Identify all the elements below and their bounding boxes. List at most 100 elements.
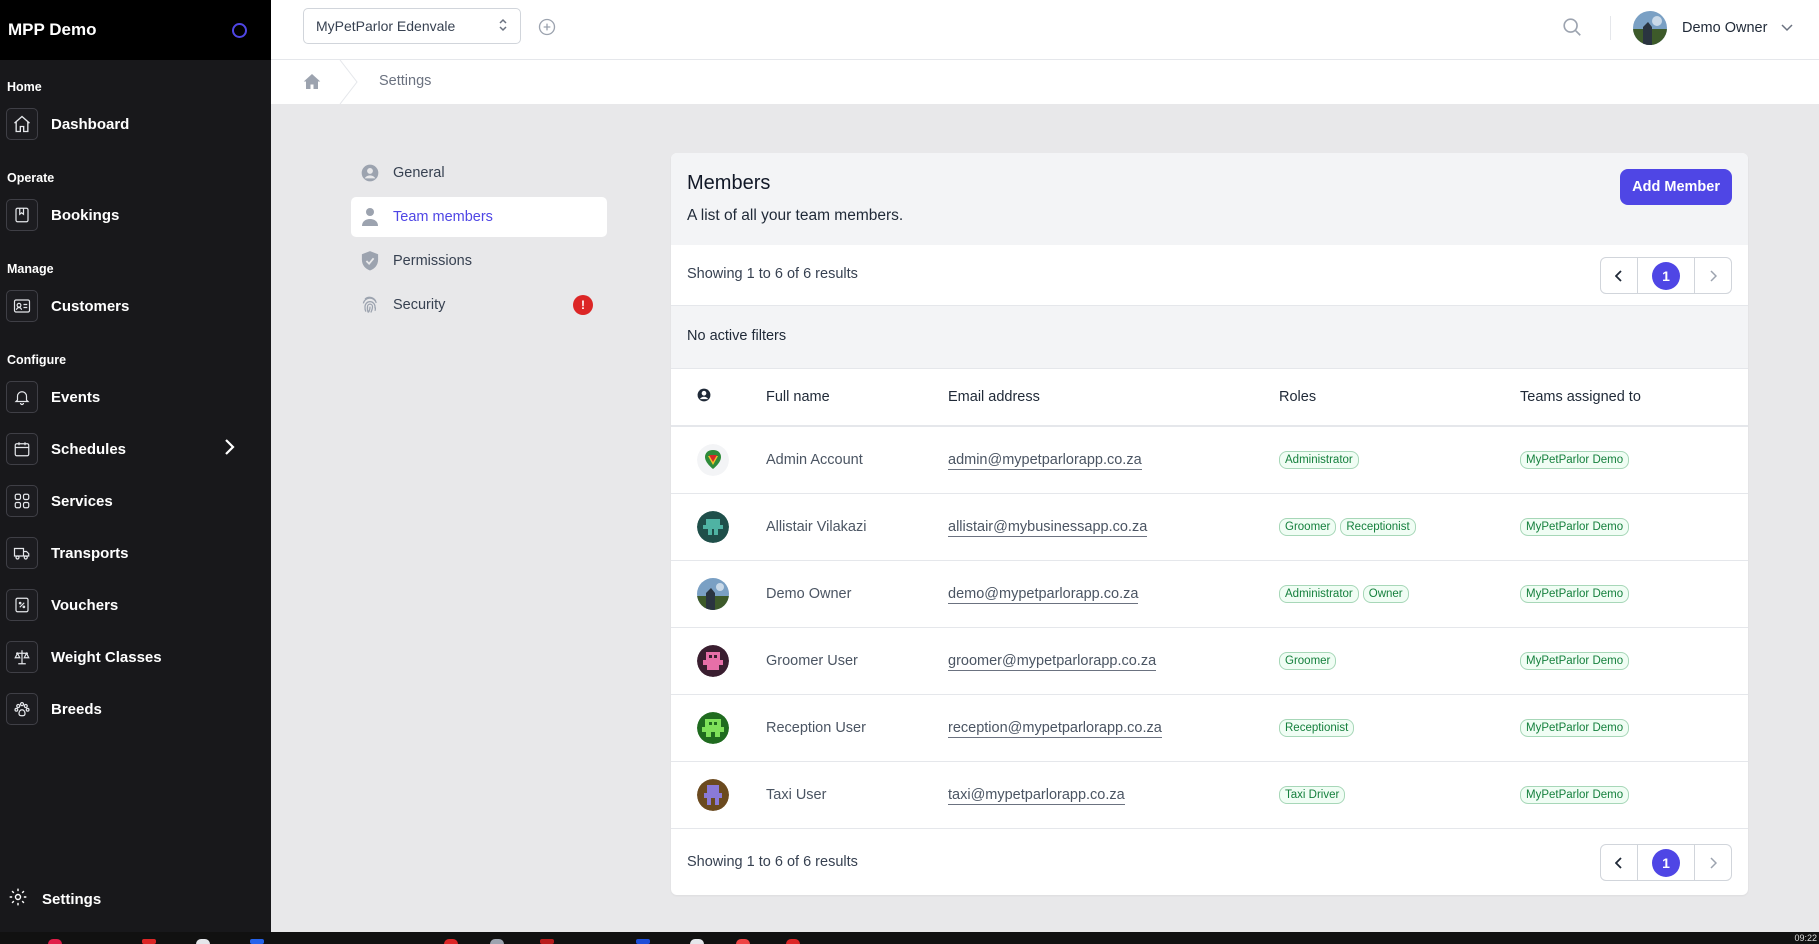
settings-nav-general[interactable]: General (351, 153, 607, 193)
table-row[interactable]: Admin Account admin@mypetparlorapp.co.za… (671, 426, 1748, 493)
taskbar-app-icon[interactable] (736, 939, 750, 944)
taskbar-app-icon[interactable] (444, 939, 458, 944)
sidebar-item-dashboard[interactable]: Dashboard (0, 104, 271, 144)
sidebar-item-services[interactable]: Services (0, 481, 271, 521)
role-badge: Receptionist (1279, 718, 1355, 737)
members-card-header: Members A list of all your team members.… (671, 153, 1748, 245)
taskbar-app-icon[interactable] (196, 939, 210, 944)
security-alert-badge: ! (573, 295, 593, 315)
members-table: Full name Email address Roles Teams assi… (671, 369, 1748, 829)
member-email-link[interactable]: allistair@mybusinessapp.co.za (948, 518, 1148, 537)
team-badge: MyPetParlor Demo (1520, 584, 1630, 603)
team-badge: MyPetParlor Demo (1520, 450, 1630, 469)
sidebar-header: MPP Demo (0, 0, 271, 60)
sidebar-item-label: Customers (51, 297, 130, 315)
sidebar-item-events[interactable]: Events (0, 377, 271, 417)
taskbar-app-icon[interactable] (786, 939, 800, 944)
os-taskbar: 09:22 (0, 932, 1819, 944)
member-email-link[interactable]: taxi@mypetparlorapp.co.za (948, 786, 1125, 805)
next-page-button[interactable] (1695, 845, 1731, 880)
selector-arrows-icon (498, 17, 508, 36)
sidebar-item-transports[interactable]: Transports (0, 533, 271, 573)
contact-card-icon (6, 290, 38, 322)
avatar-cell (671, 694, 766, 761)
pager: 1 (1600, 257, 1732, 294)
app-title: MPP Demo (8, 20, 97, 39)
sidebar-item-label: Breeds (51, 700, 102, 718)
prev-page-button[interactable] (1601, 845, 1637, 880)
sidebar-item-vouchers[interactable]: Vouchers (0, 585, 271, 625)
sidebar-item-breeds[interactable]: Breeds (0, 689, 271, 729)
taskbar-app-icon[interactable] (48, 939, 62, 944)
location-select-value: MyPetParlor Edenvale (316, 18, 456, 34)
user-circle-icon (359, 163, 381, 183)
email-cell: groomer@mypetparlorapp.co.za (948, 627, 1279, 694)
settings-nav: General Team members Permissions Securit… (351, 153, 607, 329)
column-header-roles[interactable]: Roles (1279, 369, 1520, 426)
members-title: Members (687, 172, 771, 194)
table-header-row: Full name Email address Roles Teams assi… (671, 369, 1748, 426)
sidebar-item-settings[interactable]: Settings (8, 887, 101, 912)
search-icon[interactable] (1561, 16, 1583, 43)
user-icon (359, 207, 381, 227)
member-name: Taxi User (766, 786, 827, 803)
table-row[interactable]: Reception User reception@mypetparlorapp.… (671, 694, 1748, 761)
members-card: Members A list of all your team members.… (671, 153, 1748, 895)
member-name: Reception User (766, 719, 866, 736)
sidebar-item-label: Transports (51, 544, 129, 562)
add-member-button[interactable]: Add Member (1620, 169, 1732, 205)
member-email-link[interactable]: reception@mypetparlorapp.co.za (948, 719, 1162, 738)
column-header-full-name[interactable]: Full name (766, 369, 948, 426)
settings-nav-team-members[interactable]: Team members (351, 197, 607, 237)
team-badge: MyPetParlor Demo (1520, 718, 1630, 737)
taskbar-app-icon[interactable] (540, 939, 554, 944)
add-location-icon[interactable] (537, 17, 557, 42)
sidebar-item-bookings[interactable]: Bookings (0, 195, 271, 235)
teams-cell: MyPetParlor Demo (1520, 694, 1748, 761)
breadcrumb-settings[interactable]: Settings (379, 73, 431, 89)
next-page-button[interactable] (1695, 258, 1731, 293)
taskbar-app-icon[interactable] (142, 939, 156, 944)
user-menu[interactable]: Demo Owner (1633, 11, 1793, 45)
column-header-email[interactable]: Email address (948, 369, 1279, 426)
table-row[interactable]: Allistair Vilakazi allistair@mybusinessa… (671, 493, 1748, 560)
avatar (697, 443, 729, 476)
sidebar-item-weight-classes[interactable]: Weight Classes (0, 637, 271, 677)
page-number-button[interactable]: 1 (1652, 261, 1680, 290)
taskbar-app-icon[interactable] (490, 939, 504, 944)
member-email-link[interactable]: groomer@mypetparlorapp.co.za (948, 652, 1157, 671)
taskbar-app-icon[interactable] (250, 939, 264, 944)
sidebar-item-customers[interactable]: Customers (0, 286, 271, 326)
member-email-link[interactable]: admin@mypetparlorapp.co.za (948, 451, 1142, 470)
page-number-button[interactable]: 1 (1652, 848, 1680, 877)
section-operate: Operate (7, 171, 55, 185)
member-email-link[interactable]: demo@mypetparlorapp.co.za (948, 585, 1139, 604)
chevron-right-icon[interactable] (223, 438, 235, 461)
location-select[interactable]: MyPetParlor Edenvale (303, 8, 521, 44)
table-row[interactable]: Taxi User taxi@mypetparlorapp.co.za Taxi… (671, 761, 1748, 828)
taskbar-app-icon[interactable] (636, 939, 650, 944)
filters-bar: No active filters (671, 306, 1748, 369)
role-badge: Owner (1362, 584, 1409, 603)
email-cell: allistair@mybusinessapp.co.za (948, 493, 1279, 560)
sidebar-item-schedules[interactable]: Schedules (0, 429, 271, 469)
avatar-cell (671, 627, 766, 694)
member-name: Demo Owner (766, 585, 852, 602)
sidebar-item-label: Bookings (51, 206, 120, 224)
taskbar-clock: 09:22 (1794, 933, 1817, 943)
email-cell: reception@mypetparlorapp.co.za (948, 694, 1279, 761)
home-icon[interactable] (303, 73, 321, 95)
role-badge: Groomer (1279, 517, 1337, 536)
settings-nav-permissions[interactable]: Permissions (351, 241, 607, 281)
teams-cell: MyPetParlor Demo (1520, 426, 1748, 493)
settings-nav-security[interactable]: Security ! (351, 285, 607, 325)
prev-page-button[interactable] (1601, 258, 1637, 293)
table-row[interactable]: Demo Owner demo@mypetparlorapp.co.za Adm… (671, 560, 1748, 627)
results-count: Showing 1 to 6 of 6 results (687, 266, 858, 282)
teams-cell: MyPetParlor Demo (1520, 761, 1748, 828)
roles-cell: Administrator (1279, 426, 1520, 493)
column-header-teams[interactable]: Teams assigned to (1520, 369, 1748, 426)
table-row[interactable]: Groomer User groomer@mypetparlorapp.co.z… (671, 627, 1748, 694)
section-manage: Manage (7, 262, 54, 276)
taskbar-app-icon[interactable] (690, 939, 704, 944)
